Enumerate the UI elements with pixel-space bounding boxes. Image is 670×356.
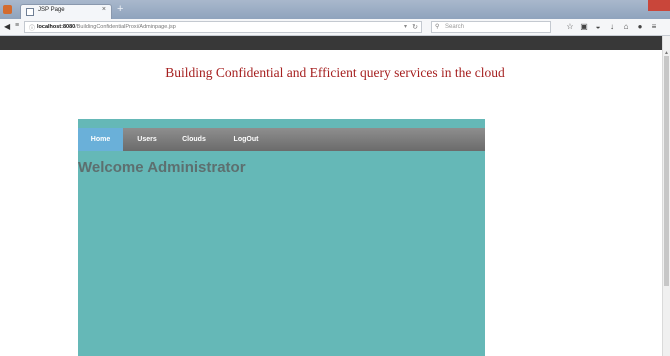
menu-logout[interactable]: LogOut	[224, 128, 268, 151]
admin-panel: Home Users Clouds LogOut Welcome Adminis…	[78, 119, 485, 356]
welcome-message: Welcome Administrator	[78, 159, 246, 176]
menu-lines-icon[interactable]: ≡	[15, 22, 19, 29]
search-icon: ⚲	[435, 24, 440, 30]
search-placeholder: Search	[445, 24, 465, 30]
toolbar-icons: ☆ ▣ ◒ ↓ ⌂ ● ≡	[563, 22, 661, 31]
menu-clouds[interactable]: Clouds	[173, 128, 215, 151]
chat-icon[interactable]: ●	[633, 22, 647, 31]
pocket-icon[interactable]: ◒	[591, 22, 605, 31]
address-url[interactable]: localhost:8080/BuildingConfidentialProxi…	[37, 24, 176, 30]
tab-close-icon[interactable]: ×	[102, 6, 106, 13]
download-icon[interactable]: ↓	[605, 22, 619, 31]
browser-navbar: ◀ ≡ ⓘ localhost:8080/BuildingConfidentia…	[0, 19, 670, 36]
browser-titlebar: JSP Page × +	[0, 0, 670, 19]
browser-menu-icon[interactable]	[3, 5, 12, 14]
address-bar[interactable]: ⓘ localhost:8080/BuildingConfidentialPro…	[24, 21, 422, 33]
menu-home[interactable]: Home	[78, 128, 123, 151]
back-arrow-icon[interactable]: ◀	[4, 22, 10, 31]
search-bar[interactable]: ⚲ Search	[431, 21, 551, 33]
browser-tab[interactable]: JSP Page ×	[20, 4, 112, 19]
tab-title: JSP Page	[38, 7, 65, 13]
reload-icon[interactable]: ↻	[412, 23, 418, 31]
reading-list-icon[interactable]: ▣	[577, 22, 591, 31]
page-favicon-icon	[26, 8, 34, 16]
bookmarks-bar	[0, 36, 662, 50]
menu-users[interactable]: Users	[129, 128, 165, 151]
page-heading: Building Confidential and Efficient quer…	[165, 65, 505, 80]
main-menu: Home Users Clouds LogOut	[78, 128, 485, 151]
home-icon[interactable]: ⌂	[619, 22, 633, 31]
scroll-thumb[interactable]	[664, 56, 669, 286]
hamburger-menu-icon[interactable]: ≡	[647, 22, 661, 31]
new-tab-icon[interactable]: +	[117, 3, 123, 15]
window-close-button[interactable]	[648, 0, 670, 11]
page-scrollbar[interactable]: ▲	[662, 36, 670, 356]
url-dropdown-icon[interactable]: ▾	[404, 23, 407, 30]
site-info-icon[interactable]: ⓘ	[29, 23, 35, 32]
bookmark-star-icon[interactable]: ☆	[563, 22, 577, 31]
